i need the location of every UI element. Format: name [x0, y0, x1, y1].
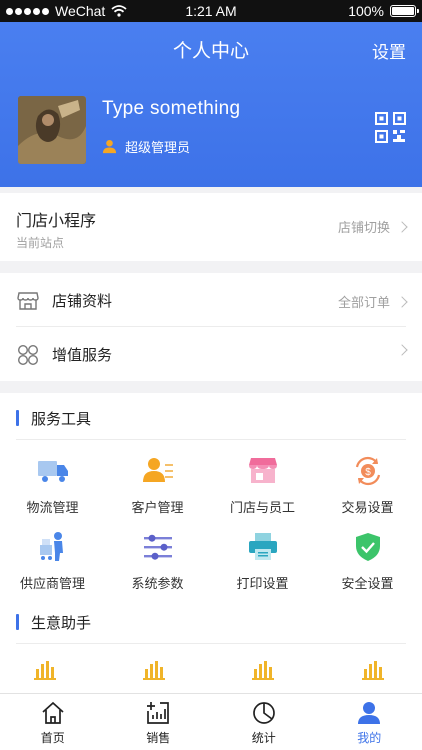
supplier-icon: [39, 532, 63, 561]
tool-customers[interactable]: 客户管理: [105, 455, 210, 523]
user-icon: [358, 702, 381, 724]
tab-statistics[interactable]: 统计: [211, 694, 317, 750]
divider: [16, 643, 406, 644]
store-switch-label: 店铺切换: [337, 221, 390, 236]
tool-transaction-settings[interactable]: $ 交易设置: [315, 455, 420, 523]
all-orders-label: 全部订单: [337, 296, 390, 311]
shield-icon: [355, 533, 380, 561]
chevron-right-icon: [396, 220, 408, 233]
tool-label: 打印设置: [236, 577, 289, 592]
tool-label: 客户管理: [131, 501, 184, 516]
tab-bar: 首页 销售 统计 我的: [0, 693, 422, 750]
role-row: 超级管理员: [102, 137, 190, 156]
printer-icon: [248, 533, 277, 560]
battery-percent: 100%: [348, 3, 384, 19]
exchange-icon: $: [355, 456, 380, 486]
tab-label: 销售: [146, 731, 171, 745]
bar-chart-icon[interactable]: [34, 659, 56, 681]
tab-label: 首页: [40, 731, 65, 745]
store-subtitle: 当前站点: [16, 236, 65, 250]
qr-code-icon[interactable]: [375, 112, 406, 143]
battery-icon: [390, 5, 419, 17]
tool-label: 供应商管理: [19, 577, 85, 592]
menu-list: 店铺资料 全部订单 增值服务: [0, 273, 422, 381]
home-icon: [42, 701, 64, 724]
pie-chart-icon: [252, 702, 275, 724]
tool-label: 物流管理: [26, 501, 79, 516]
avatar-photo: [18, 96, 86, 164]
section-title: 生意助手: [16, 612, 91, 632]
menu-item-label: 增值服务: [52, 346, 113, 364]
section-accent-bar: [16, 410, 19, 426]
bar-chart-icon[interactable]: [362, 659, 384, 681]
bar-chart-icon[interactable]: [143, 659, 165, 681]
sales-chart-icon: [147, 702, 170, 724]
all-orders-link[interactable]: 全部订单: [337, 292, 408, 311]
apps-icon: [17, 344, 39, 366]
service-tools-section: 服务工具 物流管理 客户管理 门店与员工 $ 交易设置 供应商管理 系统参数 打…: [0, 393, 422, 693]
chevron-right-icon: [396, 295, 408, 308]
store-switch-button[interactable]: 店铺切换: [337, 217, 408, 236]
service-tools-title: 服务工具: [31, 409, 92, 428]
tool-suppliers[interactable]: 供应商管理: [0, 531, 105, 599]
user-badge-icon: [102, 139, 117, 154]
tool-label: 系统参数: [131, 577, 184, 592]
tab-label: 统计: [251, 731, 276, 745]
store-title: 门店小程序: [16, 211, 97, 230]
menu-item-right: [396, 344, 408, 356]
menu-item-label: 店铺资料: [52, 292, 113, 310]
store-card: 门店小程序 当前站点 店铺切换: [0, 193, 422, 261]
shop-icon: [17, 292, 39, 310]
tab-sales[interactable]: 销售: [106, 694, 212, 750]
sliders-icon: [143, 534, 172, 560]
tab-label: 我的: [357, 731, 382, 745]
settings-button[interactable]: 设置: [372, 38, 406, 63]
tool-print-settings[interactable]: 打印设置: [210, 531, 315, 599]
tool-label: 安全设置: [341, 577, 394, 592]
svg-text:$: $: [365, 467, 371, 478]
username: Type something: [102, 98, 241, 119]
tool-security-settings[interactable]: 安全设置: [315, 531, 420, 599]
page-title: 个人中心: [172, 40, 249, 62]
menu-item-value-added[interactable]: 增值服务: [0, 327, 422, 381]
avatar[interactable]: [18, 96, 86, 164]
divider: [16, 439, 406, 440]
customer-icon: [142, 458, 173, 482]
truck-icon: [37, 461, 68, 482]
section-accent-bar: [16, 614, 19, 630]
profile-header: 个人中心 设置 Type something 超级管理员: [0, 22, 422, 187]
status-bar: WeChat 1:21 AM 100%: [0, 0, 422, 22]
chevron-right-icon: [396, 344, 408, 356]
tool-system-params[interactable]: 系统参数: [105, 531, 210, 599]
role-label: 超级管理员: [125, 141, 191, 156]
tool-logistics[interactable]: 物流管理: [0, 455, 105, 523]
business-helper-title: 生意助手: [31, 613, 92, 632]
section-title: 服务工具: [16, 408, 91, 428]
tab-mine[interactable]: 我的: [317, 694, 422, 750]
tool-store-staff[interactable]: 门店与员工: [210, 455, 315, 523]
menu-item-store-info[interactable]: 店铺资料 全部订单: [0, 273, 422, 327]
tool-label: 交易设置: [341, 501, 394, 516]
tab-home[interactable]: 首页: [0, 694, 106, 750]
bar-chart-icon[interactable]: [252, 659, 274, 681]
store-icon: [248, 458, 277, 483]
tool-label: 门店与员工: [229, 501, 295, 516]
